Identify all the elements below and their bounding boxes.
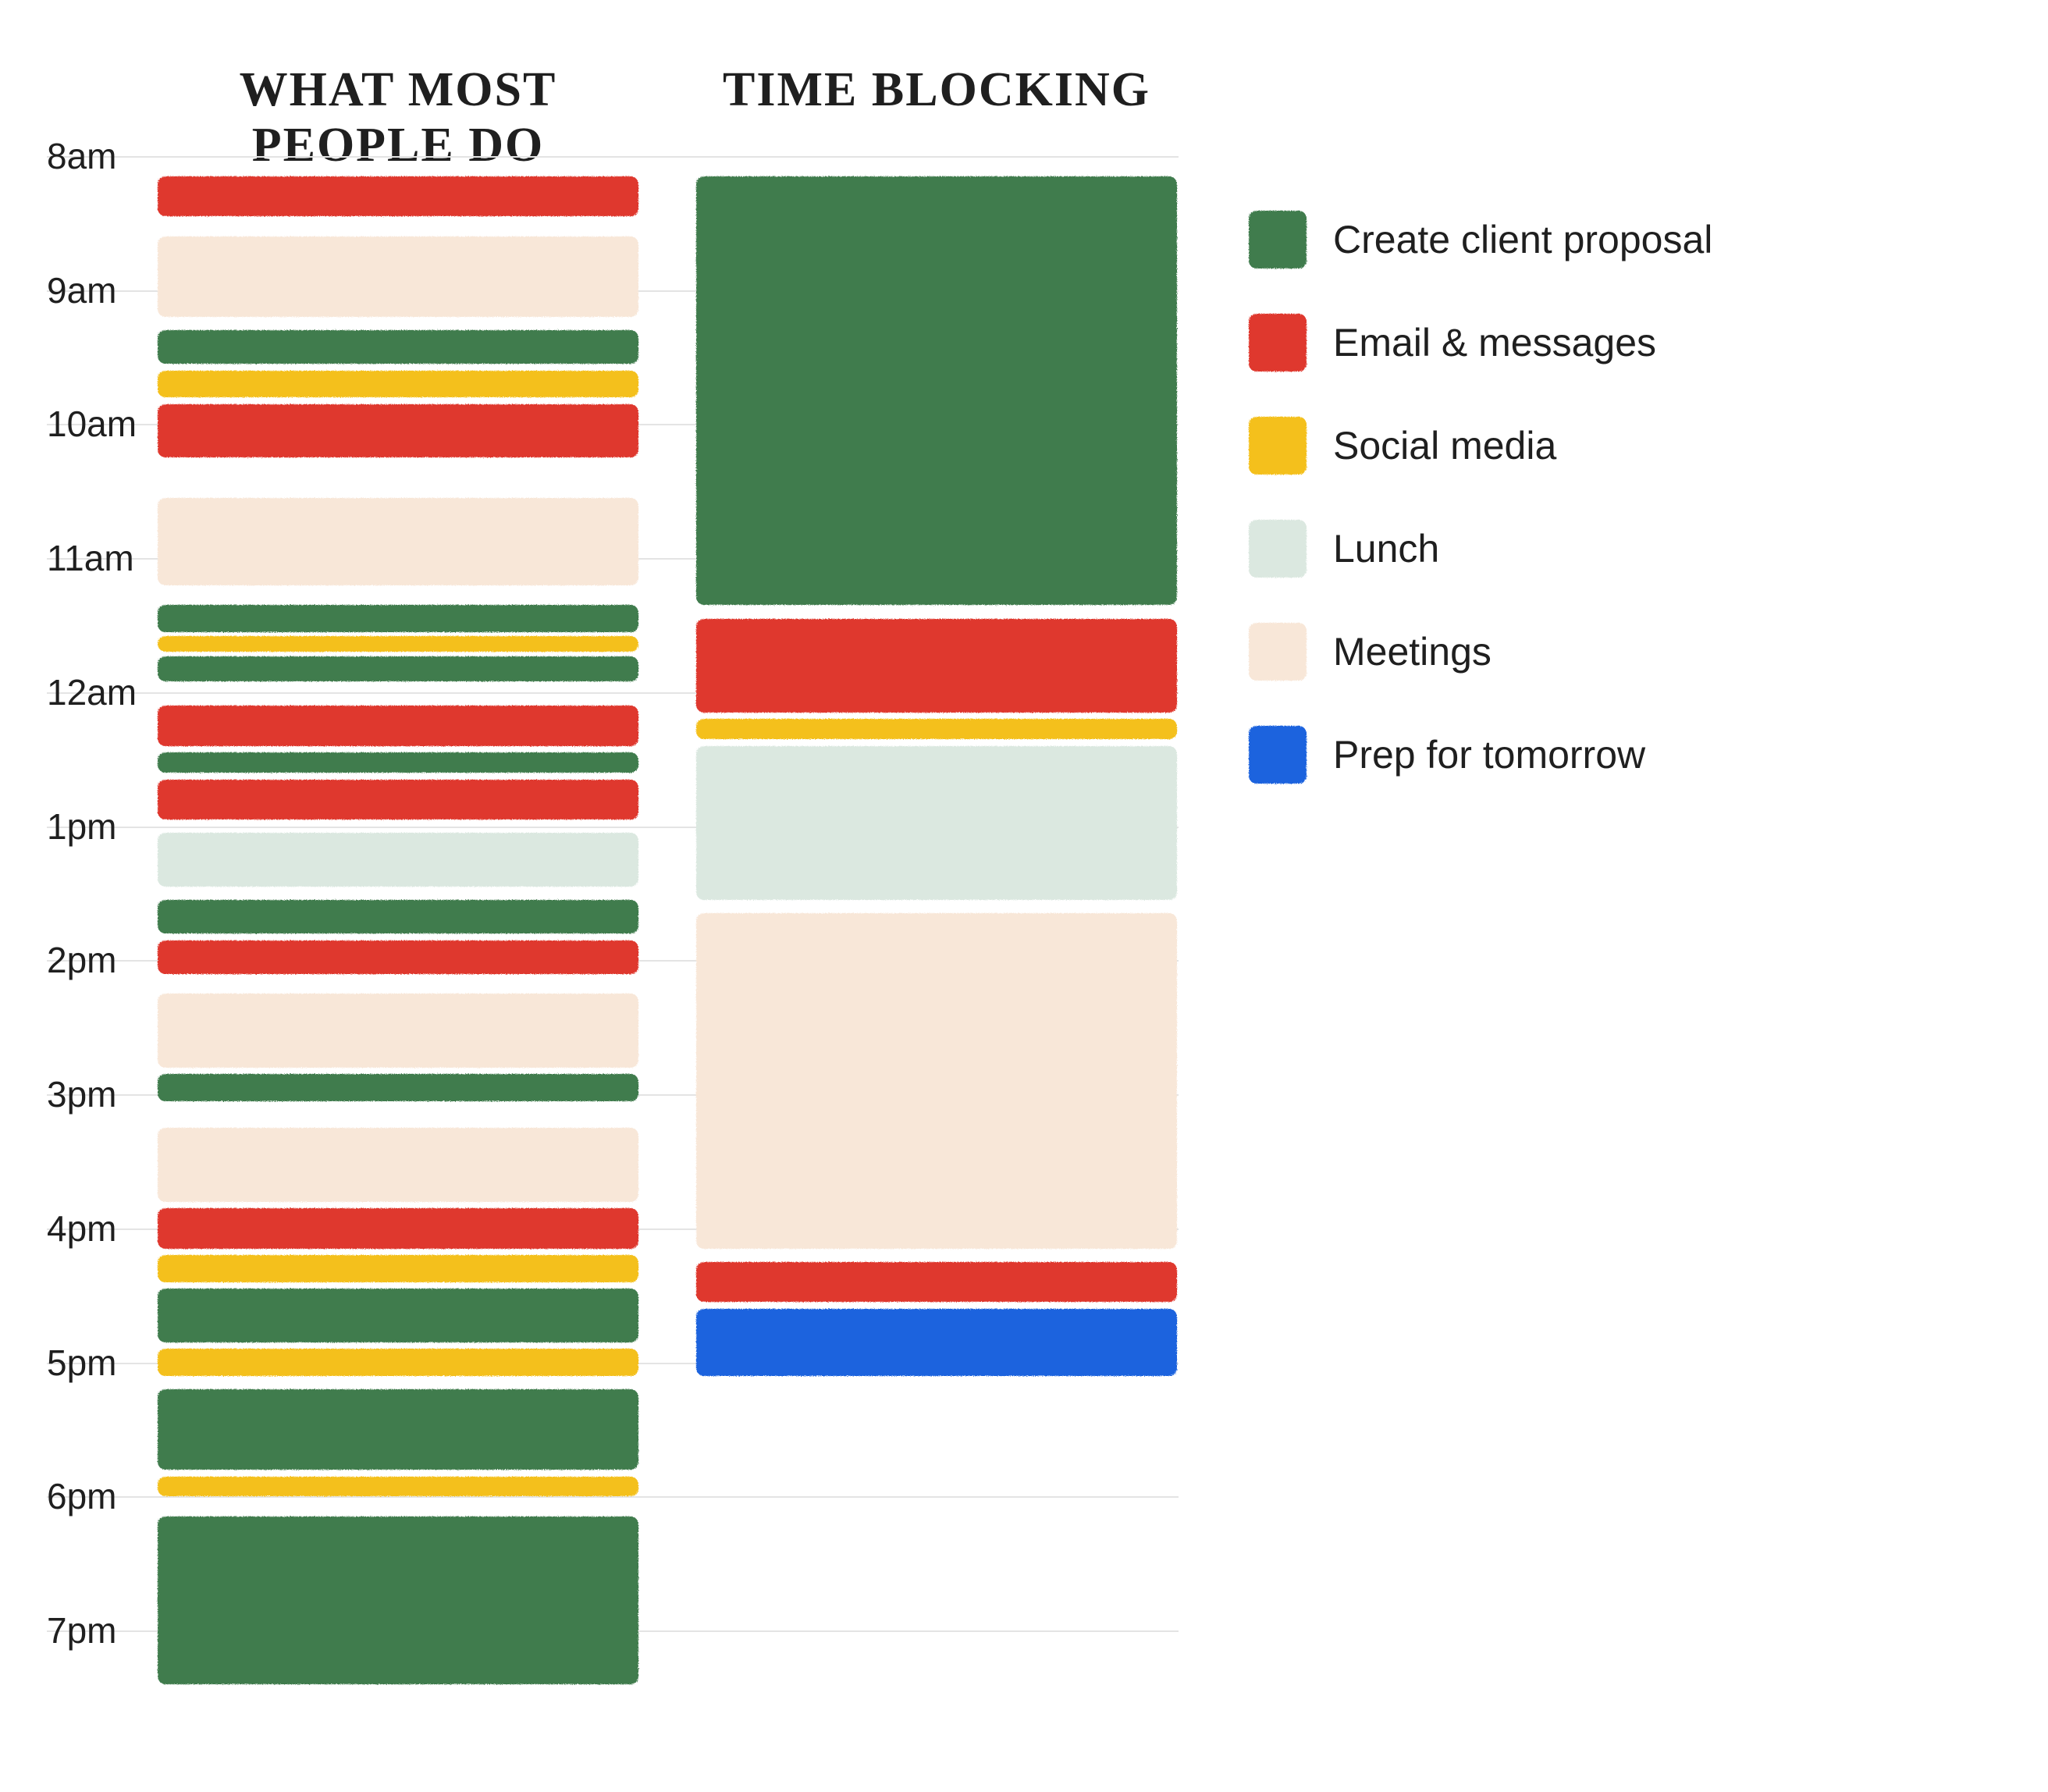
legend-label: Lunch bbox=[1333, 526, 1439, 571]
axis-tick: 7pm bbox=[47, 1609, 156, 1652]
time-block-green bbox=[158, 752, 638, 773]
time-block-yellow bbox=[158, 1477, 638, 1497]
column-time-blocking bbox=[695, 156, 1179, 1698]
time-block-pink bbox=[158, 1128, 638, 1201]
time-block-lunch bbox=[158, 833, 638, 887]
timeline-chart: 8am9am10am11am12am1pm2pm3pm4pm5pm6pm7pm bbox=[47, 156, 1179, 1698]
legend: Create client proposal Email & messages So… bbox=[1249, 211, 1712, 784]
time-block-green bbox=[158, 1074, 638, 1100]
axis-tick: 8am bbox=[47, 135, 156, 177]
time-block-pink bbox=[158, 994, 638, 1067]
time-block-red bbox=[158, 1208, 638, 1249]
axis-tick: 12am bbox=[47, 671, 156, 713]
axis-tick: 4pm bbox=[47, 1207, 156, 1250]
time-block-red bbox=[696, 619, 1177, 713]
time-block-green bbox=[696, 176, 1177, 606]
time-block-green bbox=[158, 1389, 638, 1470]
legend-swatch bbox=[1249, 726, 1307, 784]
time-block-red bbox=[158, 176, 638, 217]
axis-tick: 2pm bbox=[47, 939, 156, 981]
legend-item-green: Create client proposal bbox=[1249, 211, 1712, 268]
column-title-right: TIME BLOCKING bbox=[695, 62, 1179, 118]
time-block-green bbox=[158, 1516, 638, 1684]
axis-tick: 10am bbox=[47, 403, 156, 445]
legend-item-yellow: Social media bbox=[1249, 417, 1712, 475]
time-block-green bbox=[158, 656, 638, 682]
time-block-pink bbox=[158, 236, 638, 317]
axis-tick: 9am bbox=[47, 269, 156, 311]
time-block-red bbox=[158, 780, 638, 820]
axis-tick: 11am bbox=[47, 537, 156, 579]
legend-label: Email & messages bbox=[1333, 320, 1656, 365]
legend-label: Prep for tomorrow bbox=[1333, 732, 1645, 777]
time-block-green bbox=[158, 330, 638, 364]
legend-label: Meetings bbox=[1333, 629, 1492, 674]
legend-swatch bbox=[1249, 314, 1307, 372]
time-block-red bbox=[158, 940, 638, 974]
time-block-yellow bbox=[158, 1349, 638, 1375]
time-block-blue bbox=[696, 1309, 1177, 1376]
axis-tick: 1pm bbox=[47, 805, 156, 848]
legend-label: Social media bbox=[1333, 423, 1556, 468]
time-block-red bbox=[696, 1262, 1177, 1303]
legend-item-pink: Meetings bbox=[1249, 623, 1712, 681]
time-block-yellow bbox=[158, 1255, 638, 1282]
axis-tick: 5pm bbox=[47, 1342, 156, 1384]
time-block-yellow bbox=[158, 636, 638, 652]
legend-label: Create client proposal bbox=[1333, 217, 1712, 262]
time-block-red bbox=[158, 706, 638, 746]
legend-swatch bbox=[1249, 417, 1307, 475]
time-block-pink bbox=[696, 913, 1177, 1248]
time-block-green bbox=[158, 605, 638, 631]
time-block-pink bbox=[158, 498, 638, 585]
time-block-yellow bbox=[158, 371, 638, 397]
legend-swatch bbox=[1249, 211, 1307, 268]
legend-swatch bbox=[1249, 520, 1307, 578]
time-block-yellow bbox=[696, 719, 1177, 739]
time-block-green bbox=[158, 900, 638, 933]
legend-swatch bbox=[1249, 623, 1307, 681]
time-block-red bbox=[158, 404, 638, 458]
legend-item-blue: Prep for tomorrow bbox=[1249, 726, 1712, 784]
time-block-green bbox=[158, 1289, 638, 1342]
legend-item-lunch: Lunch bbox=[1249, 520, 1712, 578]
time-block-lunch bbox=[696, 746, 1177, 901]
legend-item-red: Email & messages bbox=[1249, 314, 1712, 372]
axis-tick: 3pm bbox=[47, 1073, 156, 1115]
column-most-people bbox=[156, 156, 640, 1698]
axis-tick: 6pm bbox=[47, 1475, 156, 1517]
